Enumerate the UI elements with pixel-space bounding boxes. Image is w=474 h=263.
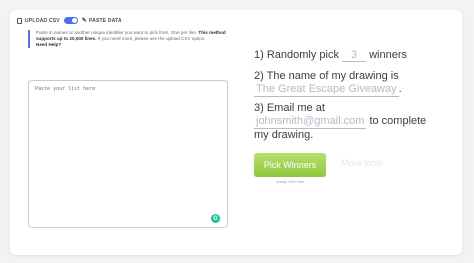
upload-csv-label[interactable]: UPLOAD CSV: [25, 18, 60, 24]
email-line: 3) Email me at johnsmith@gmail.com to co…: [254, 102, 434, 142]
line2-prefix: 2) The name of my drawing is: [254, 70, 399, 82]
paste-list-textarea[interactable]: [28, 80, 228, 228]
winners-count-input[interactable]: 3: [342, 49, 367, 62]
instructions-more: If you need more, please use the upload …: [97, 36, 206, 41]
pencil-icon: ✎: [81, 18, 88, 24]
line3-prefix: 3) Email me at: [254, 102, 325, 114]
paste-instructions: Paste in names or another unique identif…: [28, 30, 236, 48]
more-tools-link[interactable]: More tools: [341, 158, 383, 168]
line2-suffix: .: [398, 83, 402, 95]
input-mode-toggle-row: UPLOAD CSV ✎ PASTE DATA: [17, 17, 122, 24]
pick-winners-button[interactable]: Pick Winners: [254, 153, 326, 177]
free-note: Always 100% free: [275, 180, 304, 184]
line1-suffix: winners: [369, 49, 408, 61]
email-input[interactable]: johnsmith@gmail.com: [254, 115, 367, 129]
drawing-name-input[interactable]: The Great Escape Giveaway: [254, 83, 399, 97]
drawing-name-line: 2) The name of my drawing is The Great E…: [254, 70, 434, 97]
file-icon: [17, 17, 22, 24]
line1-prefix: 1) Randomly pick: [254, 49, 339, 61]
paste-data-label[interactable]: PASTE DATA: [89, 18, 122, 24]
mode-toggle-switch[interactable]: [63, 17, 78, 24]
grammarly-icon[interactable]: G: [211, 214, 220, 223]
winners-count-line: 1) Randomly pick 3 winners: [254, 49, 407, 62]
need-help-link[interactable]: Need Help?: [36, 42, 236, 48]
instructions-text: Paste in names or another unique identif…: [36, 30, 198, 35]
